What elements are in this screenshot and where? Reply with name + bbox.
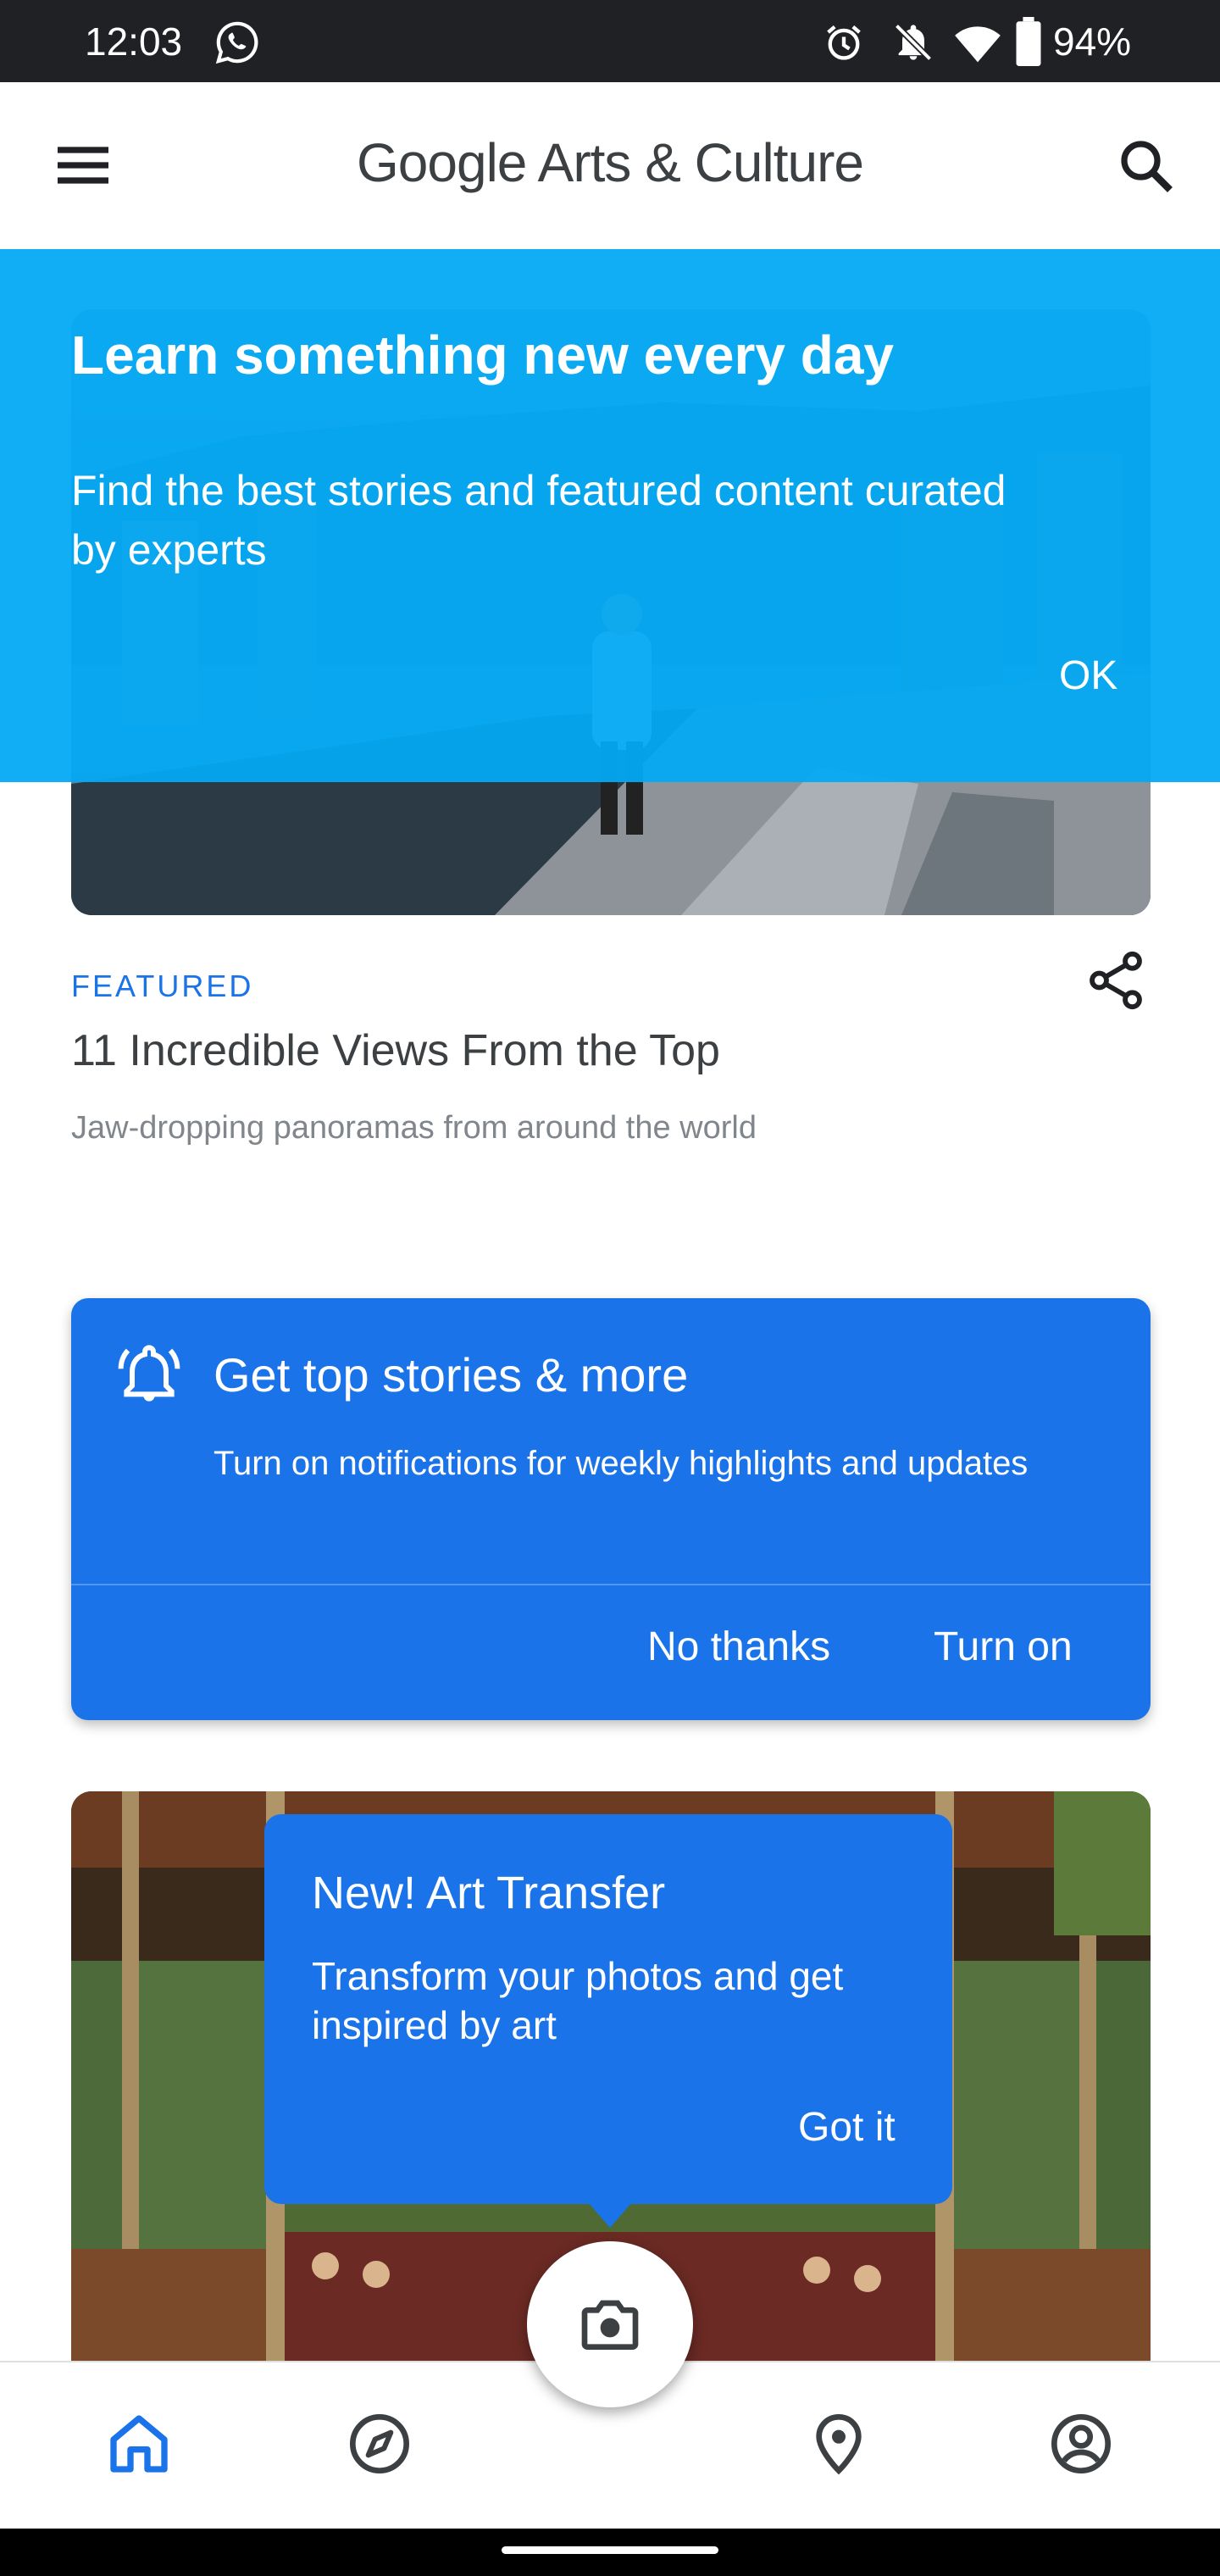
featured-tag: FEATURED bbox=[71, 969, 254, 1003]
onboarding-ok-button[interactable]: OK bbox=[1059, 652, 1117, 699]
system-navigation-bar bbox=[0, 2529, 1220, 2576]
nearby-icon[interactable] bbox=[805, 2410, 873, 2478]
got-it-button[interactable]: Got it bbox=[798, 2104, 896, 2151]
app-bar: Google Arts & Culture bbox=[0, 82, 1220, 249]
battery-percent: 94% bbox=[1053, 19, 1132, 64]
tooltip-arrow bbox=[588, 2202, 632, 2228]
camera-icon bbox=[581, 2300, 639, 2350]
notification-title: Get top stories & more bbox=[214, 1348, 689, 1402]
art-transfer-camera-button[interactable] bbox=[527, 2241, 693, 2407]
turn-on-button[interactable]: Turn on bbox=[934, 1624, 1073, 1670]
featured-title[interactable]: 11 Incredible Views From the Top bbox=[71, 1025, 720, 1076]
logo-google: Google bbox=[357, 132, 527, 193]
status-time: 12:03 bbox=[85, 19, 183, 64]
onboarding-title: Learn something new every day bbox=[71, 325, 894, 386]
logo-arts-culture: Arts & Culture bbox=[526, 132, 864, 193]
onboarding-text: Find the best stories and featured conte… bbox=[71, 467, 1006, 574]
notification-text: Turn on notifications for weekly highlig… bbox=[214, 1445, 1029, 1482]
onboarding-banner: Learn something new every day Find the b… bbox=[0, 249, 1220, 782]
share-icon[interactable] bbox=[1083, 947, 1149, 1013]
whatsapp-icon bbox=[215, 21, 258, 64]
featured-subtitle: Jaw-dropping panoramas from around the w… bbox=[71, 1110, 757, 1146]
no-thanks-button[interactable]: No thanks bbox=[647, 1624, 830, 1670]
alarm-icon bbox=[827, 25, 861, 60]
art-transfer-tooltip: New! Art Transfer Transform your photos … bbox=[264, 1814, 952, 2204]
notification-divider bbox=[71, 1584, 1151, 1585]
tooltip-text: Transform your photos and get inspired b… bbox=[312, 1954, 844, 2047]
bell-ringing-icon bbox=[118, 1345, 180, 1402]
app-logo: Google Arts & Culture bbox=[0, 131, 1220, 194]
profile-icon[interactable] bbox=[1047, 2410, 1115, 2478]
search-icon[interactable] bbox=[1117, 136, 1178, 197]
battery-icon bbox=[1016, 17, 1041, 66]
explore-icon[interactable] bbox=[346, 2410, 413, 2478]
notifications-off-icon bbox=[894, 23, 933, 62]
home-icon[interactable] bbox=[105, 2410, 173, 2478]
gesture-handle[interactable] bbox=[502, 2546, 718, 2554]
notification-card: Get top stories & more Turn on notificat… bbox=[71, 1298, 1151, 1720]
wifi-icon bbox=[955, 26, 1001, 63]
status-bar: 12:03 94% bbox=[0, 0, 1220, 82]
tooltip-title: New! Art Transfer bbox=[312, 1868, 666, 1918]
